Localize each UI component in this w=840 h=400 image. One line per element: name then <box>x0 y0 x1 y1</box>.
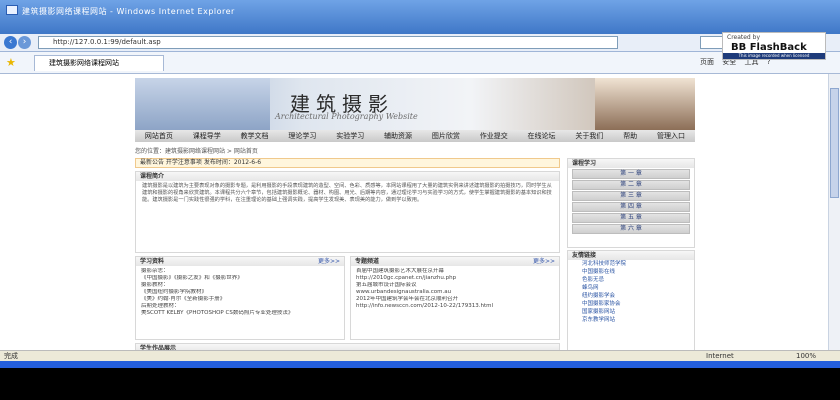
study-title: 学习资料 <box>136 257 344 266</box>
menu-item[interactable]: 实验学习 <box>336 131 364 141</box>
zone-text: Internet <box>706 352 734 360</box>
screen: 建筑摄影网络课程网站 - Windows Internet Explorer ‹… <box>0 0 840 368</box>
breadcrumb: 您的位置：建筑摄影网络课程网站 > 网站首页 <box>135 148 258 155</box>
list-item: 摄影教材： <box>141 282 169 288</box>
vertical-scrollbar[interactable] <box>828 74 840 350</box>
intro-title: 课程简介 <box>136 172 559 181</box>
chapter-button[interactable]: 第 五 章 <box>572 213 690 223</box>
menu-item[interactable]: 辅助资源 <box>384 131 412 141</box>
chapter-button[interactable]: 第 一 章 <box>572 169 690 179</box>
link-item[interactable]: 中国摄影在线 <box>568 268 694 276</box>
friendly-links: 友情链接 河北科技师范学院 中国摄影在线 色影无忌 蜂鸟网 纽约摄影学会 中国摄… <box>567 250 695 353</box>
menu-item[interactable]: 图片欣赏 <box>432 131 460 141</box>
list-item[interactable]: 2012年中国建筑学会年会在北京顺利召开 <box>356 296 554 303</box>
study-more-link[interactable]: 更多>> <box>318 257 340 266</box>
list-item[interactable]: 首届中国建筑摄影艺术大展在京开幕 <box>356 268 554 275</box>
menu-item[interactable]: 关于我们 <box>575 131 603 141</box>
list-item: 《美国纽约摄影学院教材》 <box>141 289 208 295</box>
menu-item[interactable]: 理论学习 <box>288 131 316 141</box>
tool-page[interactable]: 页面 <box>700 58 714 66</box>
site-subtitle: Architectural Photography Website <box>275 112 418 121</box>
list-item[interactable]: www.urbandesignaustralia.com.au <box>356 289 554 296</box>
watermark-title: BB FlashBack <box>731 42 807 53</box>
learn-title: 课程学习 <box>568 159 694 168</box>
forward-icon[interactable]: › <box>18 36 31 49</box>
menu-item[interactable]: 网站首页 <box>145 131 173 141</box>
back-icon[interactable]: ‹ <box>4 36 17 49</box>
topic-channel: 专题频道 更多>> 首届中国建筑摄影艺术大展在京开幕 http://2010gc… <box>350 256 560 340</box>
ie-logo-icon <box>6 5 18 15</box>
banner-building-left <box>135 78 270 130</box>
topic-more-link[interactable]: 更多>> <box>533 257 555 266</box>
tab-bar: ★ 建筑摄影网络课程网站 页面 安全 工具 ? <box>0 52 840 74</box>
study-materials: 学习资料 更多>> 摄影杂志： 《中国摄影》《摄影之友》和《摄影世界》 摄影教材… <box>135 256 345 340</box>
links-title: 友情链接 <box>568 251 694 260</box>
watermark-header: Created by <box>727 34 761 41</box>
list-item[interactable]: http://2010gc.cpanet.cn/jianzhu.php <box>356 275 554 282</box>
browser-title-bar: 建筑摄影网络课程网站 - Windows Internet Explorer <box>0 0 840 34</box>
link-item[interactable]: 蜂鸟网 <box>568 284 694 292</box>
list-item: 《美》约翰·肖尔《全新摄影手册》 <box>141 296 226 302</box>
browser-tab[interactable]: 建筑摄影网络课程网站 <box>34 55 164 71</box>
chapter-button[interactable]: 第 二 章 <box>572 180 690 190</box>
list-item: 摄影杂志： <box>141 268 169 274</box>
link-item[interactable]: 河北科技师范学院 <box>568 260 694 268</box>
list-item[interactable]: http://info.newsccn.com/2012-10-22/17931… <box>356 303 554 310</box>
page-viewport: 建筑摄影 Architectural Photography Website 网… <box>0 74 828 353</box>
recorder-watermark: Created by BB FlashBack This image recor… <box>722 32 826 60</box>
watermark-sub: This image recorded when licensed <box>723 53 825 59</box>
windows-taskbar <box>0 361 840 368</box>
menu-item[interactable]: 教学文档 <box>241 131 269 141</box>
main-menu: 网站首页 课程导学 教学文档 理论学习 实验学习 辅助资源 图片欣赏 作业提交 … <box>135 130 695 142</box>
list-item: 后期处理教材： <box>141 303 180 309</box>
list-item: 《中国摄影》《摄影之友》和《摄影世界》 <box>141 275 243 281</box>
chapter-button[interactable]: 第 六 章 <box>572 224 690 234</box>
link-item[interactable]: 纽约摄影学会 <box>568 292 694 300</box>
list-item: 美SCOTT KELBY《PHOTOSHOP CS数码照片专业处理技法》 <box>141 310 294 316</box>
link-item[interactable]: 中国摄影家协会 <box>568 300 694 308</box>
course-intro: 课程简介 建筑摄影是以建筑为主要表现对象的摄影专题，是利用摄影的手段表现建筑的造… <box>135 171 560 253</box>
site-banner: 建筑摄影 Architectural Photography Website <box>135 78 695 130</box>
menu-item[interactable]: 课程导学 <box>193 131 221 141</box>
menu-item[interactable]: 作业提交 <box>480 131 508 141</box>
link-item[interactable]: 色影无忌 <box>568 276 694 284</box>
intro-text: 建筑摄影是以建筑为主要表现对象的摄影专题，是利用摄影的手段表现建筑的造型、空间、… <box>142 183 552 203</box>
link-item[interactable]: 国家摄影网站 <box>568 308 694 316</box>
favorites-star-icon[interactable]: ★ <box>6 56 16 69</box>
website: 建筑摄影 Architectural Photography Website 网… <box>135 78 695 353</box>
address-bar: ‹ › http://127.0.0.1:99/default.asp <box>0 34 840 52</box>
course-learning: 课程学习 第 一 章 第 二 章 第 三 章 第 四 章 第 五 章 第 六 章 <box>567 158 695 248</box>
menu-item[interactable]: 管理入口 <box>657 131 685 141</box>
chapter-button[interactable]: 第 三 章 <box>572 191 690 201</box>
window-title: 建筑摄影网络课程网站 - Windows Internet Explorer <box>22 7 235 16</box>
url-field[interactable]: http://127.0.0.1:99/default.asp <box>38 36 618 49</box>
list-item[interactable]: 第五届城市设计国际会议 <box>356 282 554 289</box>
zoom-text[interactable]: 100% <box>796 351 816 361</box>
scroll-thumb[interactable] <box>830 88 839 198</box>
status-bar: 完成 Internet 100% <box>0 350 840 361</box>
menu-item[interactable]: 在线论坛 <box>528 131 556 141</box>
banner-building-right <box>595 78 695 130</box>
menu-item[interactable]: 帮助 <box>623 131 637 141</box>
status-text: 完成 <box>4 352 18 360</box>
notice-bar[interactable]: 最新公告 开学注意事项 发布时间：2012-6-6 <box>135 158 560 168</box>
topic-title: 专题频道 <box>351 257 559 266</box>
nav-buttons: ‹ › <box>4 36 31 49</box>
link-item[interactable]: 京东教学网站 <box>568 316 694 324</box>
chapter-button[interactable]: 第 四 章 <box>572 202 690 212</box>
